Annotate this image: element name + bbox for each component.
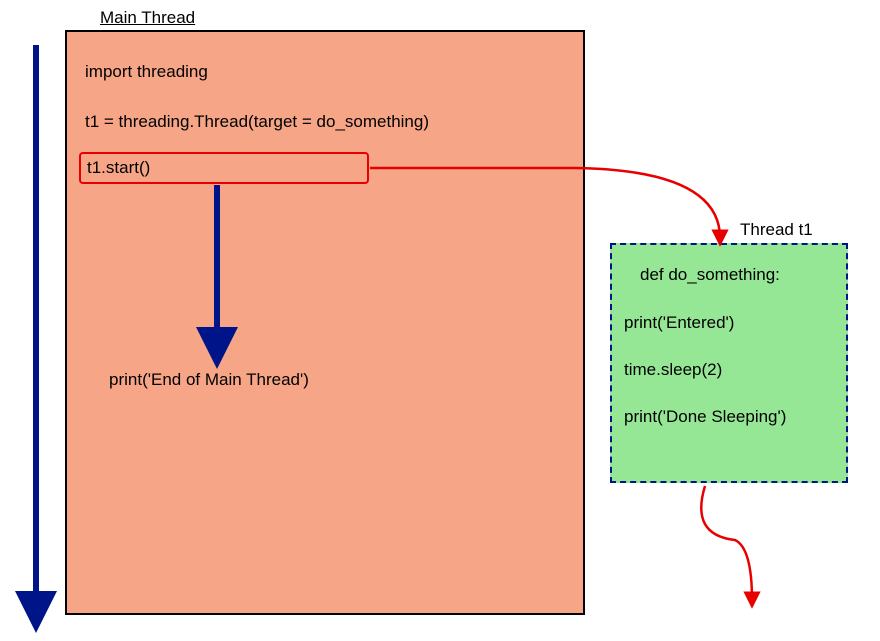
thread-continue-arrow <box>701 486 752 600</box>
t1-code-print-done: print('Done Sleeping') <box>624 407 786 427</box>
main-code-import: import threading <box>85 62 208 82</box>
t1-code-print-entered: print('Entered') <box>624 313 734 333</box>
main-code-end: print('End of Main Thread') <box>109 370 309 390</box>
main-thread-label: Main Thread <box>100 8 195 28</box>
main-thread-box: import threading t1 = threading.Thread(t… <box>65 30 585 615</box>
t1-code-def: def do_something: <box>640 265 780 285</box>
start-call-highlight: t1.start() <box>79 152 369 184</box>
t1-code-sleep: time.sleep(2) <box>624 360 722 380</box>
thread-t1-box: def do_something: print('Entered') time.… <box>610 243 848 483</box>
main-code-thread-create: t1 = threading.Thread(target = do_someth… <box>85 112 429 132</box>
thread-t1-label: Thread t1 <box>740 220 813 240</box>
start-call-text: t1.start() <box>87 158 150 178</box>
